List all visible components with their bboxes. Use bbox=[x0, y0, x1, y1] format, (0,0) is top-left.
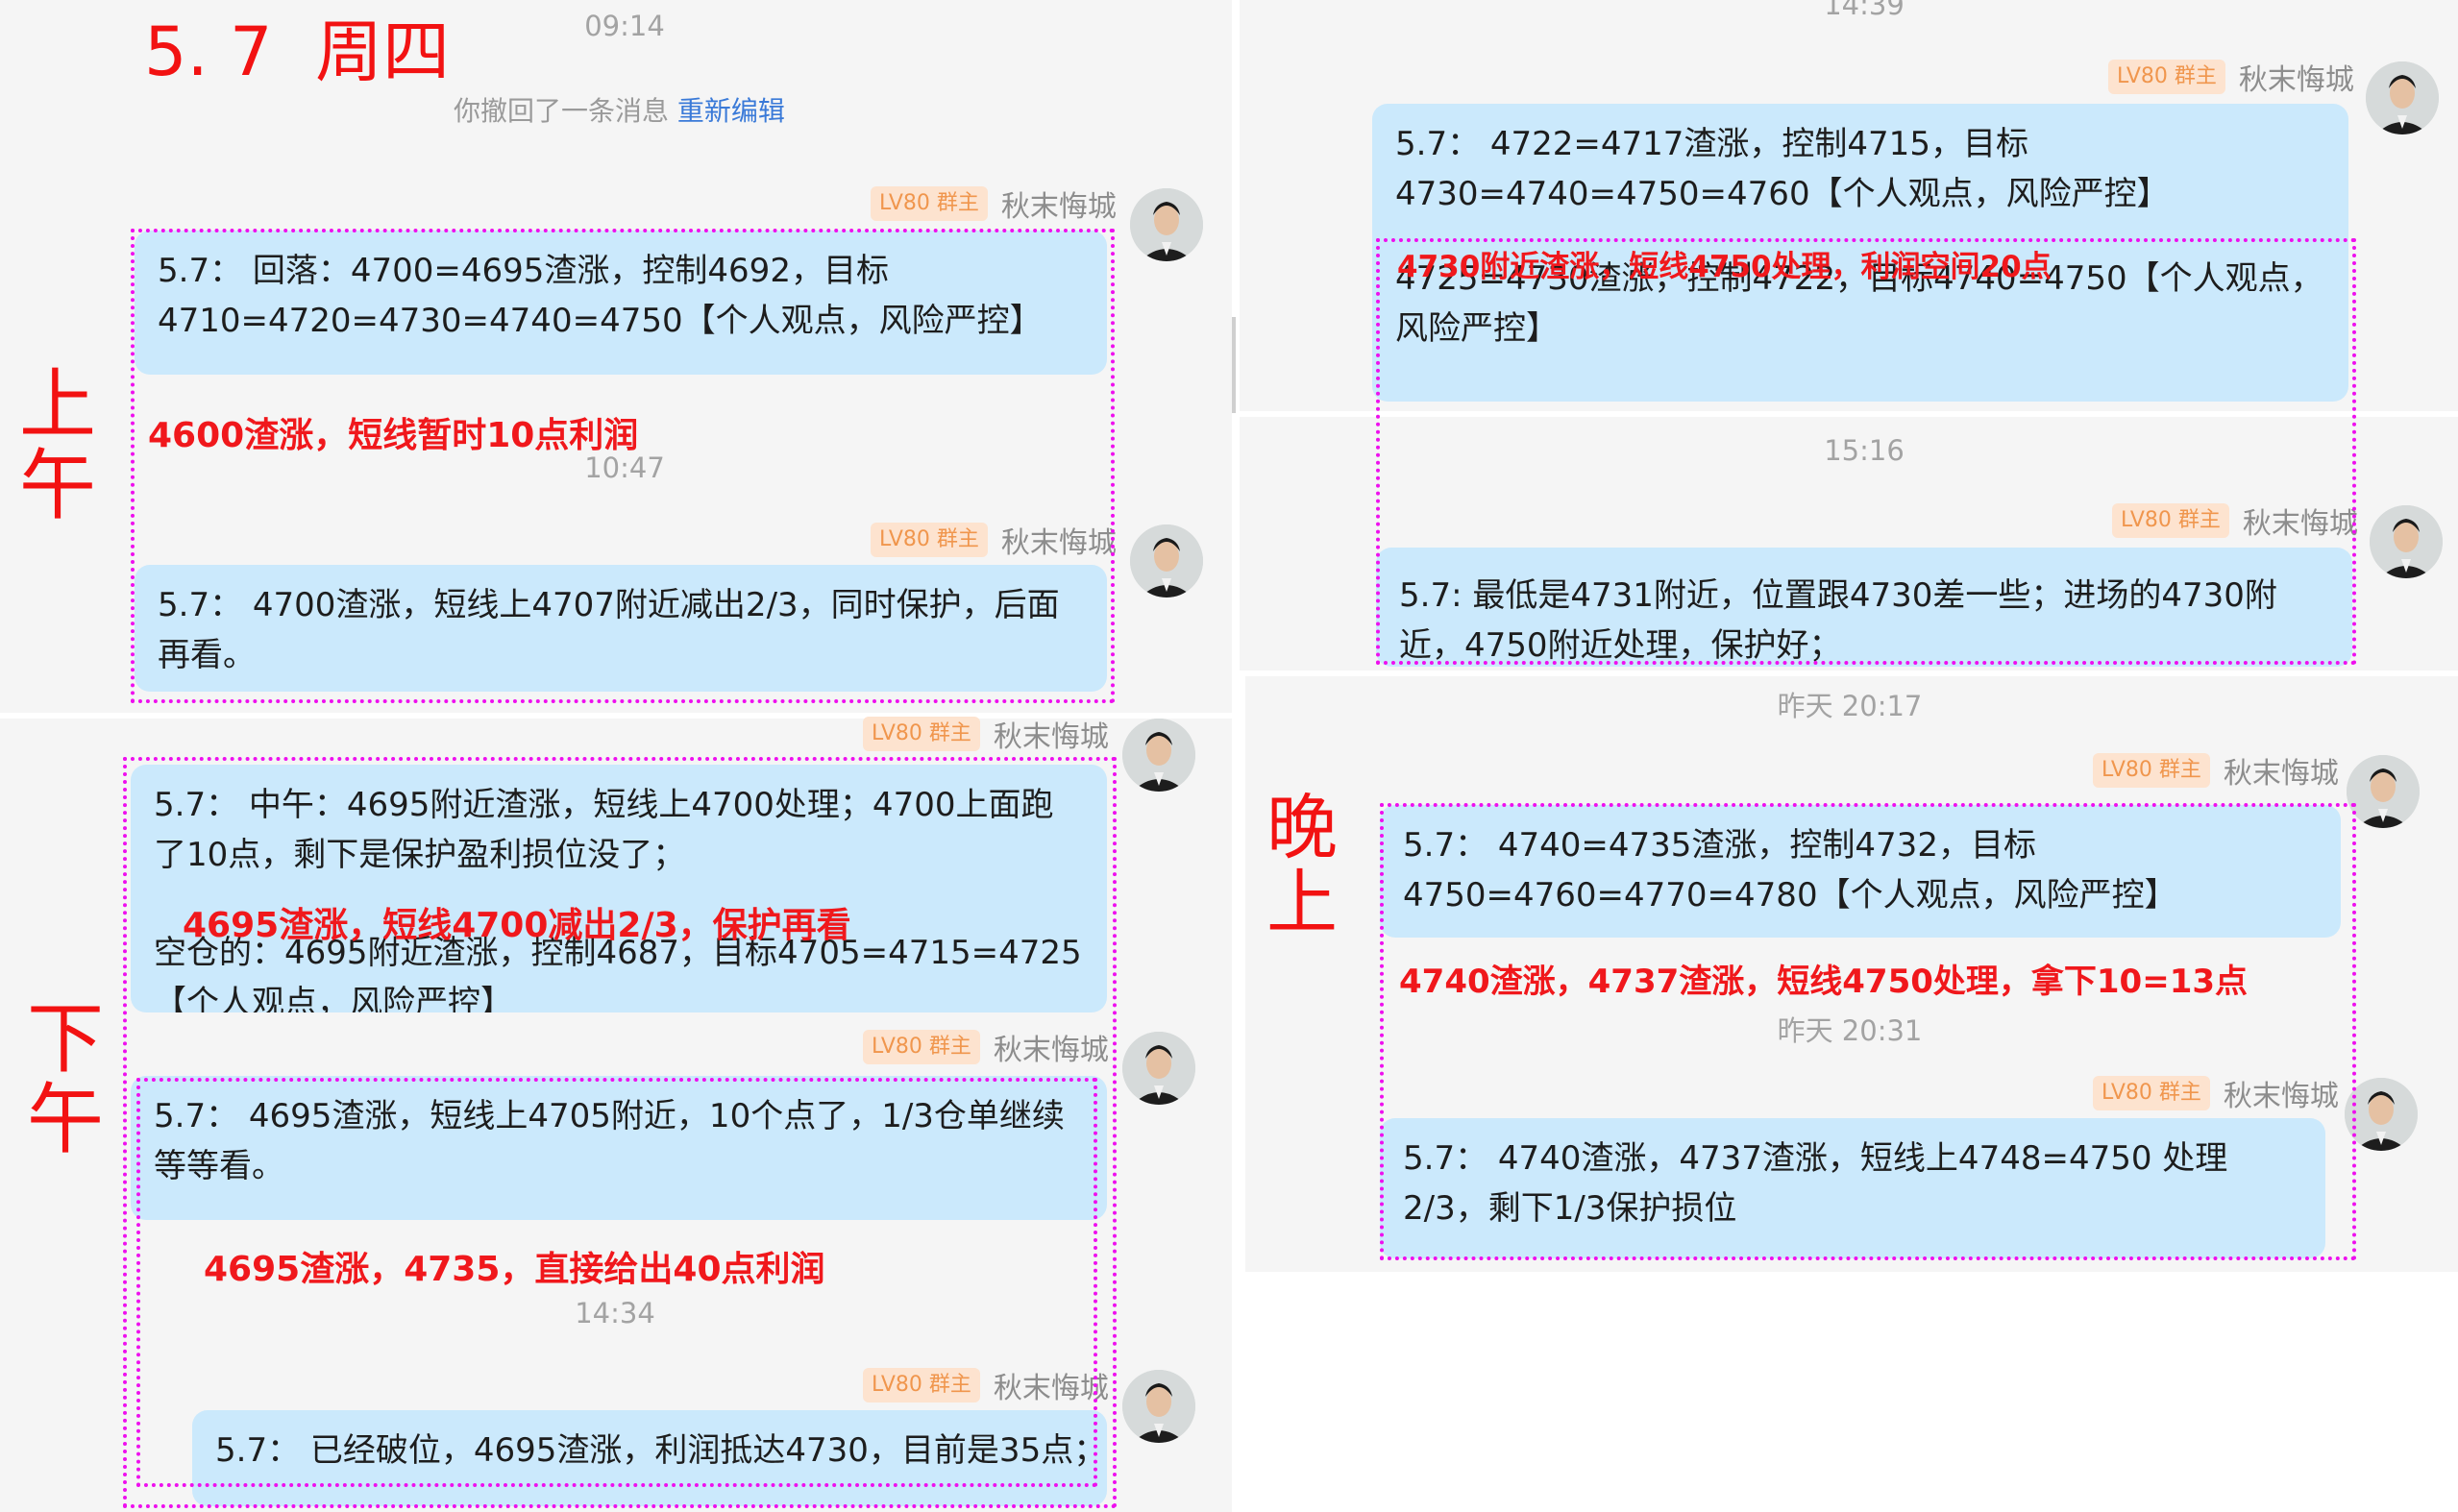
annotation-note: 4695渣涨，短线4700减出2/3，保护再看 bbox=[183, 906, 851, 945]
message-bubble[interactable]: 5.7： 4700渣涨，短线上4707附近减出2/3，同时保护，后面再看。 bbox=[135, 565, 1107, 692]
sender-info: LV80 群主 秋末悔城 bbox=[2093, 1072, 2339, 1114]
message-bubble[interactable]: 5.7: 最低是4731附近，位置跟4730差一些；进场的4730附近，4750… bbox=[1376, 548, 2352, 667]
timestamp: 14:34 bbox=[575, 1297, 655, 1329]
message-bubble[interactable]: 5.7： 4740=4735渣涨，控制4732，目标4750=4760=4770… bbox=[1380, 805, 2341, 938]
sender-info: LV80 群主 秋末悔城 bbox=[871, 183, 1117, 225]
timestamp: 09:14 bbox=[584, 10, 665, 42]
annotation-note: 4600渣涨，短线暂时10点利润 bbox=[148, 416, 639, 455]
sender-info: LV80 群主 秋末悔城 bbox=[871, 519, 1117, 561]
reedit-link[interactable]: 重新编辑 bbox=[677, 95, 785, 127]
group-owner-badge: LV80 群主 bbox=[2108, 60, 2225, 94]
message-bubble[interactable]: 5.7： 回落：4700=4695渣涨，控制4692，目标4710=4720=4… bbox=[135, 231, 1107, 375]
sender-info: LV80 群主 秋末悔城 bbox=[2112, 500, 2358, 542]
sender-name[interactable]: 秋末悔城 bbox=[994, 1364, 1109, 1406]
avatar[interactable] bbox=[1122, 1370, 1195, 1443]
sender-name[interactable]: 秋末悔城 bbox=[1001, 519, 1117, 561]
timestamp: 昨天 20:31 bbox=[1777, 1014, 1923, 1047]
avatar[interactable] bbox=[2370, 505, 2443, 578]
message-text: 5.7： 中午：4695附近渣涨，短线上4700处理；4700上面跑了10点，剩… bbox=[154, 786, 1054, 874]
sender-name[interactable]: 秋末悔城 bbox=[2243, 500, 2358, 542]
scroll-divider bbox=[1232, 317, 1236, 413]
section-label-morning: 上 午 bbox=[19, 360, 96, 530]
sender-name[interactable]: 秋末悔城 bbox=[2224, 749, 2339, 792]
sender-info: LV80 群主 秋末悔城 bbox=[2093, 749, 2339, 792]
date-title: 5. 7 周四 bbox=[144, 12, 451, 91]
annotation-note: 4695渣涨，4735，直接给出40点利润 bbox=[204, 1250, 825, 1289]
message-bubble[interactable]: 5.7： 中午：4695附近渣涨，短线上4700处理；4700上面跑了10点，剩… bbox=[131, 765, 1107, 1012]
group-owner-badge: LV80 群主 bbox=[2112, 503, 2229, 538]
group-owner-badge: LV80 群主 bbox=[863, 1368, 980, 1402]
sender-name[interactable]: 秋末悔城 bbox=[2224, 1072, 2339, 1114]
timestamp: 15:16 bbox=[1824, 434, 1905, 467]
avatar[interactable] bbox=[2345, 1078, 2418, 1151]
avatar[interactable] bbox=[1130, 524, 1203, 597]
group-owner-badge: LV80 群主 bbox=[863, 1030, 980, 1064]
recall-text: 你撤回了一条消息 bbox=[454, 95, 670, 127]
sender-name[interactable]: 秋末悔城 bbox=[1001, 183, 1117, 225]
group-owner-badge: LV80 群主 bbox=[2093, 753, 2210, 788]
sender-info: LV80 群主 秋末悔城 bbox=[863, 1364, 1109, 1406]
timestamp: 10:47 bbox=[584, 451, 665, 484]
message-bubble[interactable]: 5.7： 已经破位，4695渣涨，利润抵达4730，目前是35点；“ bbox=[192, 1410, 1107, 1506]
avatar[interactable] bbox=[1122, 1032, 1195, 1105]
section-label-evening: 晚 上 bbox=[1266, 787, 1338, 944]
sender-info: LV80 群主 秋末悔城 bbox=[863, 1026, 1109, 1068]
group-owner-badge: LV80 群主 bbox=[871, 186, 988, 221]
timestamp: 昨天 20:17 bbox=[1777, 690, 1923, 722]
message-bubble[interactable]: 5.7： 4740渣涨，4737渣涨，短线上4748=4750 处理2/3，剩下… bbox=[1380, 1118, 2325, 1258]
annotation-note: 4730附近渣涨，短线4750处理，利润空间20点 bbox=[1397, 250, 2052, 284]
avatar[interactable] bbox=[2366, 61, 2439, 134]
group-owner-badge: LV80 群主 bbox=[863, 717, 980, 751]
timestamp: 14:39 bbox=[1824, 0, 1905, 21]
avatar[interactable] bbox=[2347, 755, 2420, 828]
section-label-afternoon: 下 午 bbox=[27, 994, 104, 1164]
message-bubble[interactable]: 5.7： 4695渣涨，短线上4705附近，10个点了，1/3仓单继续等等看。 bbox=[131, 1076, 1107, 1220]
sender-name[interactable]: 秋末悔城 bbox=[2239, 56, 2354, 98]
group-owner-badge: LV80 群主 bbox=[871, 523, 988, 557]
sender-name[interactable]: 秋末悔城 bbox=[994, 713, 1109, 755]
group-owner-badge: LV80 群主 bbox=[2093, 1076, 2210, 1110]
scroll-gap bbox=[125, 1012, 1115, 1028]
recall-notice: 你撤回了一条消息 重新编辑 bbox=[454, 90, 785, 129]
annotation-note: 4740渣涨，4737渣涨，短线4750处理，拿下10=13点 bbox=[1399, 963, 2249, 1001]
sender-name[interactable]: 秋末悔城 bbox=[994, 1026, 1109, 1068]
sender-info: LV80 群主 秋末悔城 bbox=[2108, 56, 2354, 98]
message-text: 5.7： 4722=4717渣涨，控制4715，目标4730=4740=4750… bbox=[1395, 125, 2170, 213]
avatar[interactable] bbox=[1130, 188, 1203, 261]
sender-info: LV80 群主 秋末悔城 bbox=[863, 713, 1109, 755]
avatar[interactable] bbox=[1122, 719, 1195, 792]
